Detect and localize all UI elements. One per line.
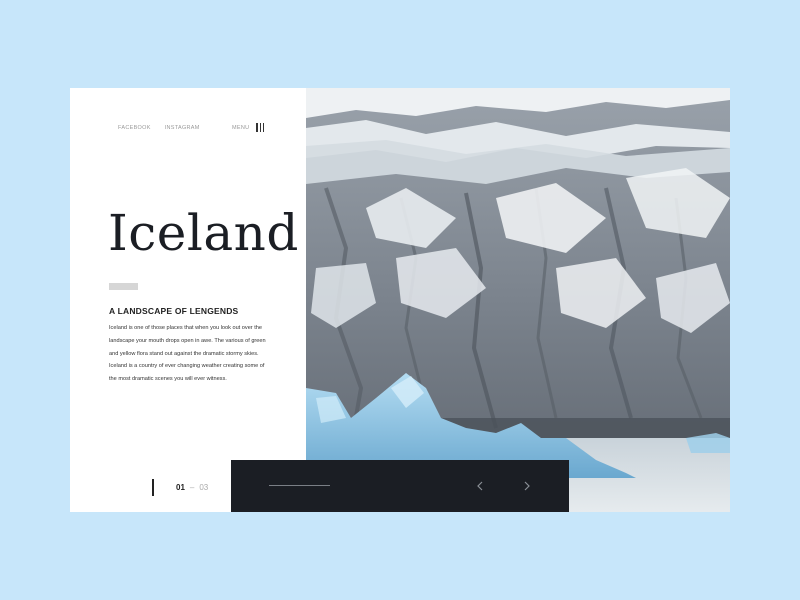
text-panel: FACEBOOK INSTAGRAM MENU Iceland A LANDSC… <box>70 88 306 512</box>
menu-button[interactable]: MENU <box>232 123 264 132</box>
chevron-left-icon <box>477 481 483 491</box>
page-title: Iceland <box>108 204 299 262</box>
social-links: FACEBOOK INSTAGRAM <box>118 125 200 131</box>
title-underline-bar <box>109 283 138 290</box>
subtitle: A LANDSCAPE OF LENGENDS <box>109 306 239 316</box>
slider-nav-bar <box>231 460 569 512</box>
pager-total: 03 <box>199 483 209 492</box>
description-text: Iceland is one of those places that when… <box>109 325 266 383</box>
menu-label: MENU <box>232 124 250 131</box>
instagram-link[interactable]: INSTAGRAM <box>165 125 200 131</box>
pager-current: 01 <box>176 483 185 492</box>
progress-line <box>269 485 330 486</box>
slide-card: FACEBOOK INSTAGRAM MENU Iceland A LANDSC… <box>70 88 730 512</box>
pager-indicator-bar <box>152 479 154 496</box>
prev-slide-button[interactable] <box>471 476 489 496</box>
glacier-photo <box>306 88 730 512</box>
chevron-right-icon <box>524 481 530 491</box>
slide-pager: 01 – 03 <box>152 479 208 496</box>
menu-icon <box>256 123 264 132</box>
next-slide-button[interactable] <box>518 476 536 496</box>
facebook-link[interactable]: FACEBOOK <box>118 125 151 131</box>
pager-separator: – <box>189 483 195 492</box>
